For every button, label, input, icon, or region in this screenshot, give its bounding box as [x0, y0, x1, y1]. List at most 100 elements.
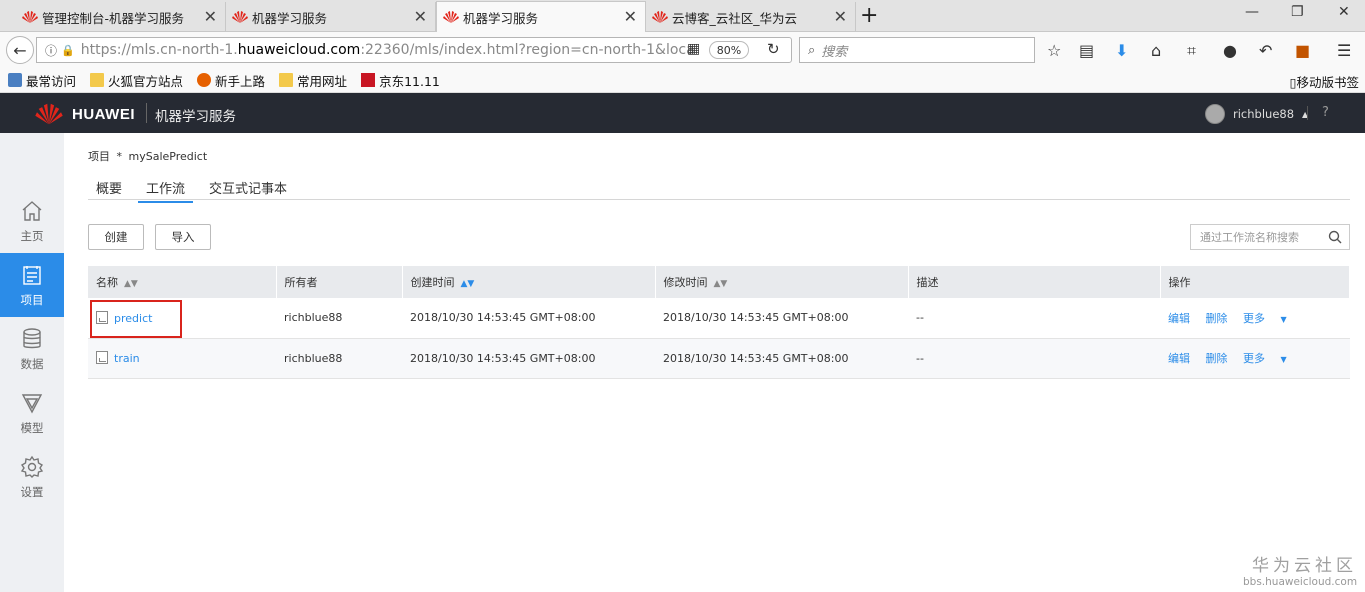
model-icon	[21, 393, 43, 413]
bookmark-star-icon[interactable]: ☆	[1047, 41, 1061, 60]
cell-modified: 2018/10/30 14:53:45 GMT+08:00	[655, 298, 908, 339]
menu-icon[interactable]: ☰	[1337, 41, 1351, 60]
header-label: 创建时间	[410, 276, 455, 289]
user-menu[interactable]: richblue88 ▲	[1205, 104, 1308, 124]
browser-tab-label: 管理控制台-机器学习服务	[42, 10, 185, 26]
edit-button[interactable]: 编辑	[1168, 312, 1190, 325]
sidebar-item-data[interactable]: 数据	[0, 317, 64, 381]
browser-tab-4[interactable]: 云博客_云社区_华为云 ✕	[646, 2, 856, 32]
close-icon[interactable]: ✕	[834, 7, 847, 26]
folder-icon	[279, 73, 294, 87]
sort-icon[interactable]: ▲▼	[714, 279, 728, 289]
breadcrumb: 项目 * mySalePredict	[88, 148, 207, 164]
bookmark-label: 新手上路	[215, 73, 266, 89]
breadcrumb-root[interactable]: 项目	[88, 150, 110, 163]
huawei-flower-icon	[35, 103, 63, 125]
page-tabs: 概要 工作流 交互式记事本	[88, 172, 1350, 203]
lock-icon: 🔒	[61, 43, 75, 57]
more-dropdown[interactable]: 更多 ▼	[1243, 352, 1299, 365]
sidebar-item-model[interactable]: 模型	[0, 381, 64, 445]
download-icon[interactable]: ⬇	[1115, 41, 1128, 60]
back-button[interactable]: ←	[6, 36, 34, 64]
restore-icon[interactable]: ❐	[1291, 4, 1304, 20]
search-icon: ⌕	[808, 42, 816, 58]
home-browser-icon[interactable]: ⌂	[1151, 41, 1161, 60]
cell-owner: richblue88	[276, 338, 402, 379]
zoom-level[interactable]: 80%	[709, 41, 749, 59]
delete-button[interactable]: 删除	[1206, 312, 1228, 325]
sidebar-item-label: 设置	[20, 484, 44, 499]
browser-tab-2[interactable]: 机器学习服务 ✕	[226, 2, 436, 32]
url-suffix: :22360/mls/index.html?region=cn-north-1&…	[360, 42, 695, 58]
bookmark-common-sites[interactable]: 常用网址	[279, 71, 347, 90]
reading-list-icon[interactable]: ▤	[1079, 41, 1094, 60]
browser-search-input[interactable]: ⌕ 搜索	[799, 37, 1035, 63]
cell-created: 2018/10/30 14:53:45 GMT+08:00	[402, 338, 655, 379]
breadcrumb-current: mySalePredict	[128, 150, 208, 163]
undo-icon[interactable]: ↶	[1259, 41, 1272, 60]
browser-tab-1[interactable]: 管理控制台-机器学习服务 ✕	[16, 2, 226, 32]
close-icon[interactable]: ✕	[204, 7, 217, 26]
delete-button[interactable]: 删除	[1206, 352, 1228, 365]
tab-notebook[interactable]: 交互式记事本	[209, 178, 287, 197]
cell-modified: 2018/10/30 14:53:45 GMT+08:00	[655, 338, 908, 379]
reload-icon[interactable]: ↻	[767, 40, 780, 58]
bookmark-jd[interactable]: 京东11.11	[361, 71, 440, 90]
edit-button[interactable]: 编辑	[1168, 352, 1190, 365]
url-host: huaweicloud.com	[237, 42, 361, 58]
bookmark-most-visited[interactable]: 最常访问	[8, 71, 76, 90]
header-divider	[1307, 106, 1308, 120]
table-row: predict richblue88 2018/10/30 14:53:45 G…	[88, 298, 1350, 339]
extension-icon[interactable]: ■	[1295, 41, 1310, 60]
column-header-created[interactable]: 创建时间 ▲▼	[402, 266, 656, 298]
workflow-search-input[interactable]: 通过工作流名称搜索	[1190, 224, 1350, 250]
minimize-icon[interactable]: —	[1245, 4, 1259, 20]
home-icon	[22, 200, 42, 221]
tab-overview[interactable]: 概要	[96, 178, 122, 197]
bookmarks-bar: 最常访问 火狐官方站点 新手上路 常用网址 京东11.11 ▯移动版书签	[0, 68, 1365, 93]
qr-code-icon[interactable]: ▦	[687, 41, 700, 57]
sort-icon[interactable]: ▲▼	[124, 279, 138, 289]
sidebar-item-label: 数据	[20, 356, 44, 371]
sidebar-item-label: 项目	[20, 292, 44, 307]
mobile-bookmarks[interactable]: ▯移动版书签	[1290, 72, 1359, 91]
tab-workflow[interactable]: 工作流	[138, 178, 194, 203]
crop-icon[interactable]: ⌗	[1187, 41, 1196, 61]
column-header-modified[interactable]: 修改时间 ▲▼	[655, 266, 909, 298]
create-button[interactable]: 创建	[88, 224, 144, 250]
new-tab-button[interactable]: +	[860, 3, 878, 28]
watermark-site: bbs.huaweicloud.com	[1243, 576, 1358, 588]
import-button[interactable]: 导入	[155, 224, 211, 250]
table-row: train richblue88 2018/10/30 14:53:45 GMT…	[88, 338, 1350, 379]
browser-tab-label: 云博客_云社区_华为云	[672, 10, 798, 26]
workflow-link[interactable]: train	[114, 352, 140, 365]
column-header-name[interactable]: 名称 ▲▼	[88, 266, 277, 298]
workflow-link[interactable]: predict	[114, 312, 152, 325]
app-header: HUAWEI 机器学习服务 richblue88 ▲ ?	[0, 93, 1365, 133]
url-bar[interactable]: ⓘ 🔒 https://mls.cn-north-1. huaweicloud.c…	[36, 37, 792, 63]
bookmark-firefox-site[interactable]: 火狐官方站点	[90, 71, 183, 90]
avatar	[1205, 104, 1225, 124]
browser-tab-label: 机器学习服务	[463, 11, 539, 26]
chat-icon[interactable]: ●	[1223, 41, 1237, 60]
browser-tab-3[interactable]: 机器学习服务 ✕	[436, 1, 646, 33]
service-title: 机器学习服务	[155, 109, 236, 125]
close-icon[interactable]: ✕	[624, 7, 637, 26]
breadcrumb-separator: *	[116, 150, 123, 163]
header-label: 所有者	[284, 276, 318, 289]
sidebar-item-home[interactable]: 主页	[0, 189, 64, 253]
sidebar-item-settings[interactable]: 设置	[0, 445, 64, 509]
cell-actions: 编辑 删除 更多 ▼	[1160, 338, 1350, 379]
window-close-icon[interactable]: ✕	[1338, 4, 1350, 20]
close-icon[interactable]: ✕	[414, 7, 427, 26]
sidebar-item-project[interactable]: 项目	[0, 253, 64, 317]
bookmark-getting-started[interactable]: 新手上路	[197, 71, 265, 90]
help-icon[interactable]: ?	[1322, 105, 1329, 120]
more-dropdown[interactable]: 更多 ▼	[1243, 312, 1299, 325]
header-label: 名称	[96, 276, 118, 289]
sidebar-item-label: 主页	[20, 228, 44, 243]
database-icon	[23, 327, 41, 348]
sort-icon[interactable]: ▲▼	[461, 279, 475, 289]
bookmark-label: 京东11.11	[379, 73, 440, 89]
huawei-logo[interactable]: HUAWEI	[32, 102, 135, 126]
